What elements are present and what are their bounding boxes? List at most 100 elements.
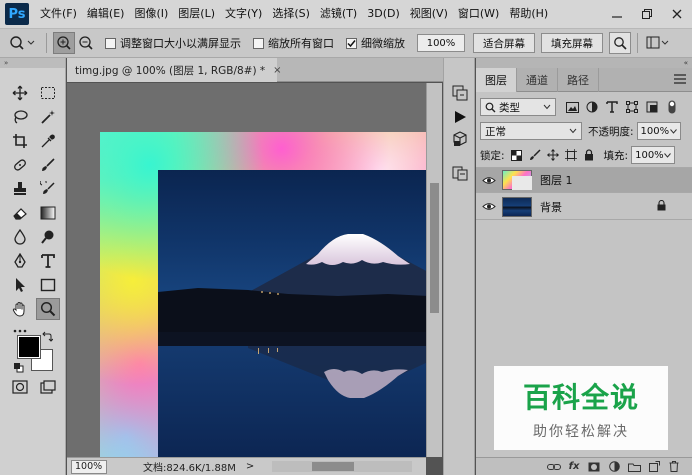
screen-mode-icon[interactable] <box>36 376 60 398</box>
eraser-tool-icon[interactable] <box>8 202 32 224</box>
play-actions-icon[interactable] <box>448 106 472 128</box>
close-icon[interactable] <box>662 0 692 28</box>
blend-mode-select[interactable]: 正常 <box>480 122 582 140</box>
layer-row[interactable]: 背景 <box>476 194 692 220</box>
mask-icon[interactable] <box>584 459 604 475</box>
resize-windows-option[interactable]: 调整窗口大小以满屏显示 <box>105 35 241 51</box>
menu-type[interactable]: 文字(Y) <box>220 0 267 28</box>
vertical-scrollbar[interactable] <box>426 83 442 457</box>
zoom-all-windows-label: 缩放所有窗口 <box>268 37 334 50</box>
tab-layers[interactable]: 图层 <box>476 68 517 92</box>
history-panel-icon[interactable] <box>448 82 472 104</box>
scrubby-zoom-option[interactable]: 细微缩放 <box>346 35 405 51</box>
resize-windows-checkbox[interactable] <box>105 37 116 49</box>
menu-edit[interactable]: 编辑(E) <box>82 0 130 28</box>
panel-menu-icon[interactable] <box>674 73 686 87</box>
zoom-all-windows-checkbox[interactable] <box>253 37 264 49</box>
filter-kind-select[interactable]: 类型 <box>480 98 556 116</box>
crop-tool-icon[interactable] <box>8 130 32 152</box>
filter-shape-icon[interactable] <box>622 98 642 116</box>
menu-help[interactable]: 帮助(H) <box>504 0 553 28</box>
menu-view[interactable]: 视图(V) <box>405 0 453 28</box>
gradient-tool-icon[interactable] <box>36 202 60 224</box>
vertical-scroll-thumb[interactable] <box>430 183 439 313</box>
zoom-out-icon[interactable] <box>75 32 97 54</box>
marquee-tool-icon[interactable] <box>36 82 60 104</box>
scrubby-zoom-checkbox[interactable] <box>346 37 357 49</box>
history-brush-tool-icon[interactable] <box>36 178 60 200</box>
filter-type-icon[interactable] <box>602 98 622 116</box>
lock-all-icon[interactable] <box>580 146 598 164</box>
menu-3d[interactable]: 3D(D) <box>362 0 405 28</box>
visibility-eye-icon[interactable] <box>476 194 502 220</box>
panel-collapse-header[interactable]: « <box>476 58 692 68</box>
filter-adjustment-icon[interactable] <box>582 98 602 116</box>
type-tool-icon[interactable] <box>36 250 60 272</box>
path-selection-tool-icon[interactable] <box>8 274 32 296</box>
menu-layer[interactable]: 图层(L) <box>173 0 220 28</box>
lock-image-pixels-icon[interactable] <box>526 146 544 164</box>
link-icon[interactable] <box>544 459 564 475</box>
group-icon[interactable] <box>624 459 644 475</box>
quick-mask-icon[interactable] <box>8 376 32 398</box>
fx-icon[interactable]: fx <box>564 459 584 475</box>
brush-tool-icon[interactable] <box>36 154 60 176</box>
new-layer-icon[interactable] <box>644 459 664 475</box>
lock-position-icon[interactable] <box>544 146 562 164</box>
menu-filter[interactable]: 滤镜(T) <box>315 0 362 28</box>
properties-panel-icon[interactable] <box>448 162 472 184</box>
blur-tool-icon[interactable] <box>8 226 32 248</box>
lock-transparent-pixels-icon[interactable] <box>508 146 526 164</box>
lasso-tool-icon[interactable] <box>8 106 32 128</box>
horizontal-scrollbar[interactable] <box>272 461 412 472</box>
eyedropper-tool-icon[interactable] <box>36 130 60 152</box>
minimize-icon[interactable] <box>602 0 632 28</box>
fill-field[interactable]: 100% <box>631 146 676 164</box>
foreground-color-swatch[interactable] <box>17 335 41 359</box>
tab-channels[interactable]: 通道 <box>517 68 558 92</box>
healing-brush-tool-icon[interactable] <box>8 154 32 176</box>
3d-panel-icon[interactable] <box>448 128 472 150</box>
status-zoom-field[interactable]: 100% <box>71 459 107 474</box>
document-canvas-area[interactable] <box>67 83 426 457</box>
fit-screen-button[interactable]: 适合屏幕 <box>473 33 535 53</box>
filter-smart-object-icon[interactable] <box>642 98 662 116</box>
pen-tool-icon[interactable] <box>8 250 32 272</box>
rectangle-tool-icon[interactable] <box>36 274 60 296</box>
hand-tool-icon[interactable] <box>8 298 32 320</box>
close-document-icon[interactable]: × <box>273 65 281 76</box>
search-icon[interactable] <box>609 32 631 54</box>
filter-toggle-icon[interactable] <box>666 98 678 116</box>
zoom-tool-preset-icon[interactable] <box>6 32 40 54</box>
scrubby-zoom-label: 细微缩放 <box>361 37 405 50</box>
horizontal-scroll-thumb[interactable] <box>312 462 354 471</box>
tab-paths[interactable]: 路径 <box>558 68 599 92</box>
zoom-percent-field[interactable]: 100% <box>417 34 465 52</box>
filter-pixel-icon[interactable] <box>562 98 582 116</box>
status-menu-arrow[interactable]: > <box>246 461 254 472</box>
clone-stamp-tool-icon[interactable] <box>8 178 32 200</box>
dodge-tool-icon[interactable] <box>36 226 60 248</box>
restore-icon[interactable] <box>632 0 662 28</box>
fill-screen-button[interactable]: 填充屏幕 <box>541 33 603 53</box>
lock-artboard-icon[interactable] <box>562 146 580 164</box>
move-tool-icon[interactable] <box>8 82 32 104</box>
zoom-tool-icon[interactable] <box>36 298 60 320</box>
layer-row[interactable]: 图层 1 <box>476 167 692 193</box>
visibility-eye-icon[interactable] <box>476 167 502 193</box>
zoom-in-icon[interactable] <box>53 32 75 54</box>
menu-select[interactable]: 选择(S) <box>267 0 315 28</box>
default-colors-icon[interactable] <box>12 361 26 375</box>
zoom-all-windows-option[interactable]: 缩放所有窗口 <box>253 35 334 51</box>
menu-file[interactable]: 文件(F) <box>35 0 82 28</box>
workspace-switcher-icon[interactable] <box>644 32 672 54</box>
adjustment-icon[interactable] <box>604 459 624 475</box>
opacity-field[interactable]: 100% <box>636 122 681 140</box>
menu-window[interactable]: 窗口(W) <box>453 0 504 28</box>
swap-colors-icon[interactable] <box>40 330 54 344</box>
menu-image[interactable]: 图像(I) <box>129 0 173 28</box>
tools-panel-header[interactable]: » <box>0 58 65 68</box>
magic-wand-tool-icon[interactable] <box>36 106 60 128</box>
trash-icon[interactable] <box>664 459 684 475</box>
document-tab[interactable]: timg.jpg @ 100% (图层 1, RGB/8#) * × <box>67 58 282 82</box>
